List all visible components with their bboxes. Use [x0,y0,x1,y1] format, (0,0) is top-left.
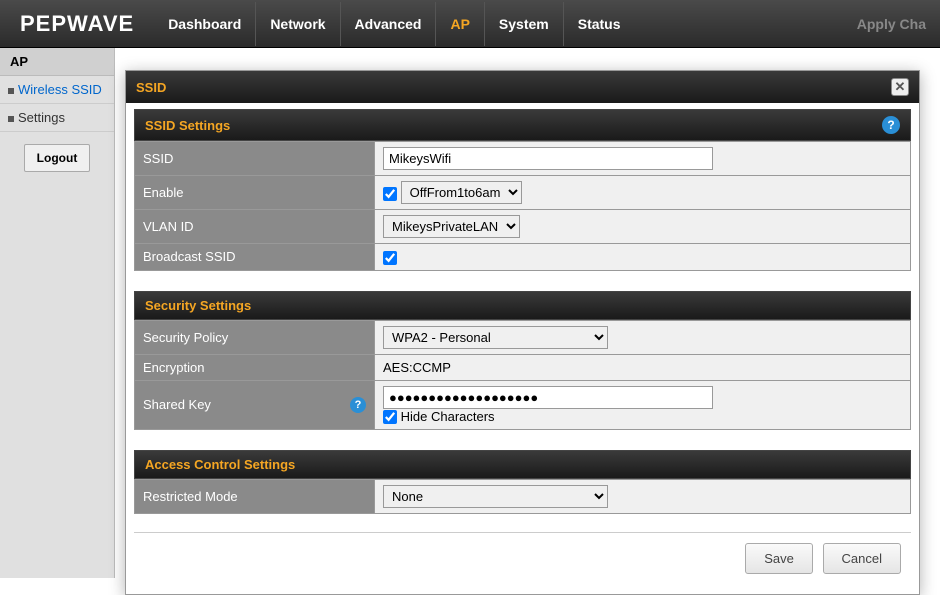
sidebar-title: AP [0,48,114,76]
security-settings-table: Security Policy WPA2 - Personal Encrypti… [134,320,911,431]
row-vlan-id: VLAN ID MikeysPrivateLAN [135,210,911,244]
cancel-button[interactable]: Cancel [823,543,901,574]
row-enable: Enable OffFrom1to6am [135,176,911,210]
section-title: SSID Settings [145,118,230,133]
shared-key-input[interactable] [383,386,713,409]
modal-footer: Save Cancel [134,532,911,584]
sidebar-item-label: Wireless SSID [18,82,102,97]
sidebar: AP Wireless SSID Settings Logout [0,48,115,578]
bullet-icon [8,88,14,94]
label-enable: Enable [135,176,375,210]
row-security-policy: Security Policy WPA2 - Personal [135,320,911,354]
brand-logo: PEPWAVE [10,11,144,37]
sidebar-item-label: Settings [18,110,65,125]
section-header-security-settings: Security Settings [134,291,911,320]
apply-changes-button[interactable]: Apply Cha [853,16,930,32]
sidebar-item-settings[interactable]: Settings [0,104,114,132]
encryption-value: AES:CCMP [375,354,911,380]
section-title: Security Settings [145,298,251,313]
row-restricted-mode: Restricted Mode None [135,480,911,514]
ssid-settings-table: SSID Enable OffFrom1to6am VLAN ID Mikeys… [134,141,911,271]
modal-title-bar: SSID ✕ [126,71,919,103]
top-nav: PEPWAVE Dashboard Network Advanced AP Sy… [0,0,940,48]
section-title: Access Control Settings [145,457,295,472]
enable-schedule-select[interactable]: OffFrom1to6am [401,181,522,204]
close-icon[interactable]: ✕ [891,78,909,96]
security-policy-select[interactable]: WPA2 - Personal [383,326,608,349]
label-encryption: Encryption [135,354,375,380]
section-header-ssid-settings: SSID Settings ? [134,109,911,141]
enable-checkbox[interactable] [383,187,397,201]
nav-tab-dashboard[interactable]: Dashboard [154,2,255,46]
label-restricted-mode: Restricted Mode [135,480,375,514]
row-ssid: SSID [135,142,911,176]
label-shared-key: Shared Key ? [135,380,375,430]
nav-tab-status[interactable]: Status [563,2,635,46]
row-broadcast-ssid: Broadcast SSID [135,244,911,271]
label-broadcast-ssid: Broadcast SSID [135,244,375,271]
broadcast-ssid-checkbox[interactable] [383,251,397,265]
row-encryption: Encryption AES:CCMP [135,354,911,380]
nav-tabs: Dashboard Network Advanced AP System Sta… [154,2,634,46]
shared-key-label-text: Shared Key [143,397,211,412]
save-button[interactable]: Save [745,543,813,574]
label-ssid: SSID [135,142,375,176]
vlan-id-select[interactable]: MikeysPrivateLAN [383,215,520,238]
hide-characters-checkbox[interactable] [383,410,397,424]
ssid-modal: SSID ✕ SSID Settings ? SSID Enable OffFr… [125,70,920,595]
nav-tab-advanced[interactable]: Advanced [340,2,436,46]
row-shared-key: Shared Key ? Hide Characters [135,380,911,430]
help-icon[interactable]: ? [350,397,366,413]
modal-title: SSID [136,80,166,95]
help-icon[interactable]: ? [882,116,900,134]
access-control-table: Restricted Mode None [134,479,911,514]
label-vlan-id: VLAN ID [135,210,375,244]
section-header-access-control: Access Control Settings [134,450,911,479]
nav-tab-ap[interactable]: AP [435,2,483,46]
ssid-input[interactable] [383,147,713,170]
label-security-policy: Security Policy [135,320,375,354]
restricted-mode-select[interactable]: None [383,485,608,508]
logout-button[interactable]: Logout [24,144,91,172]
hide-characters-label: Hide Characters [401,409,495,424]
nav-tab-network[interactable]: Network [255,2,339,46]
nav-tab-system[interactable]: System [484,2,563,46]
bullet-icon [8,116,14,122]
sidebar-item-wireless-ssid[interactable]: Wireless SSID [0,76,114,104]
